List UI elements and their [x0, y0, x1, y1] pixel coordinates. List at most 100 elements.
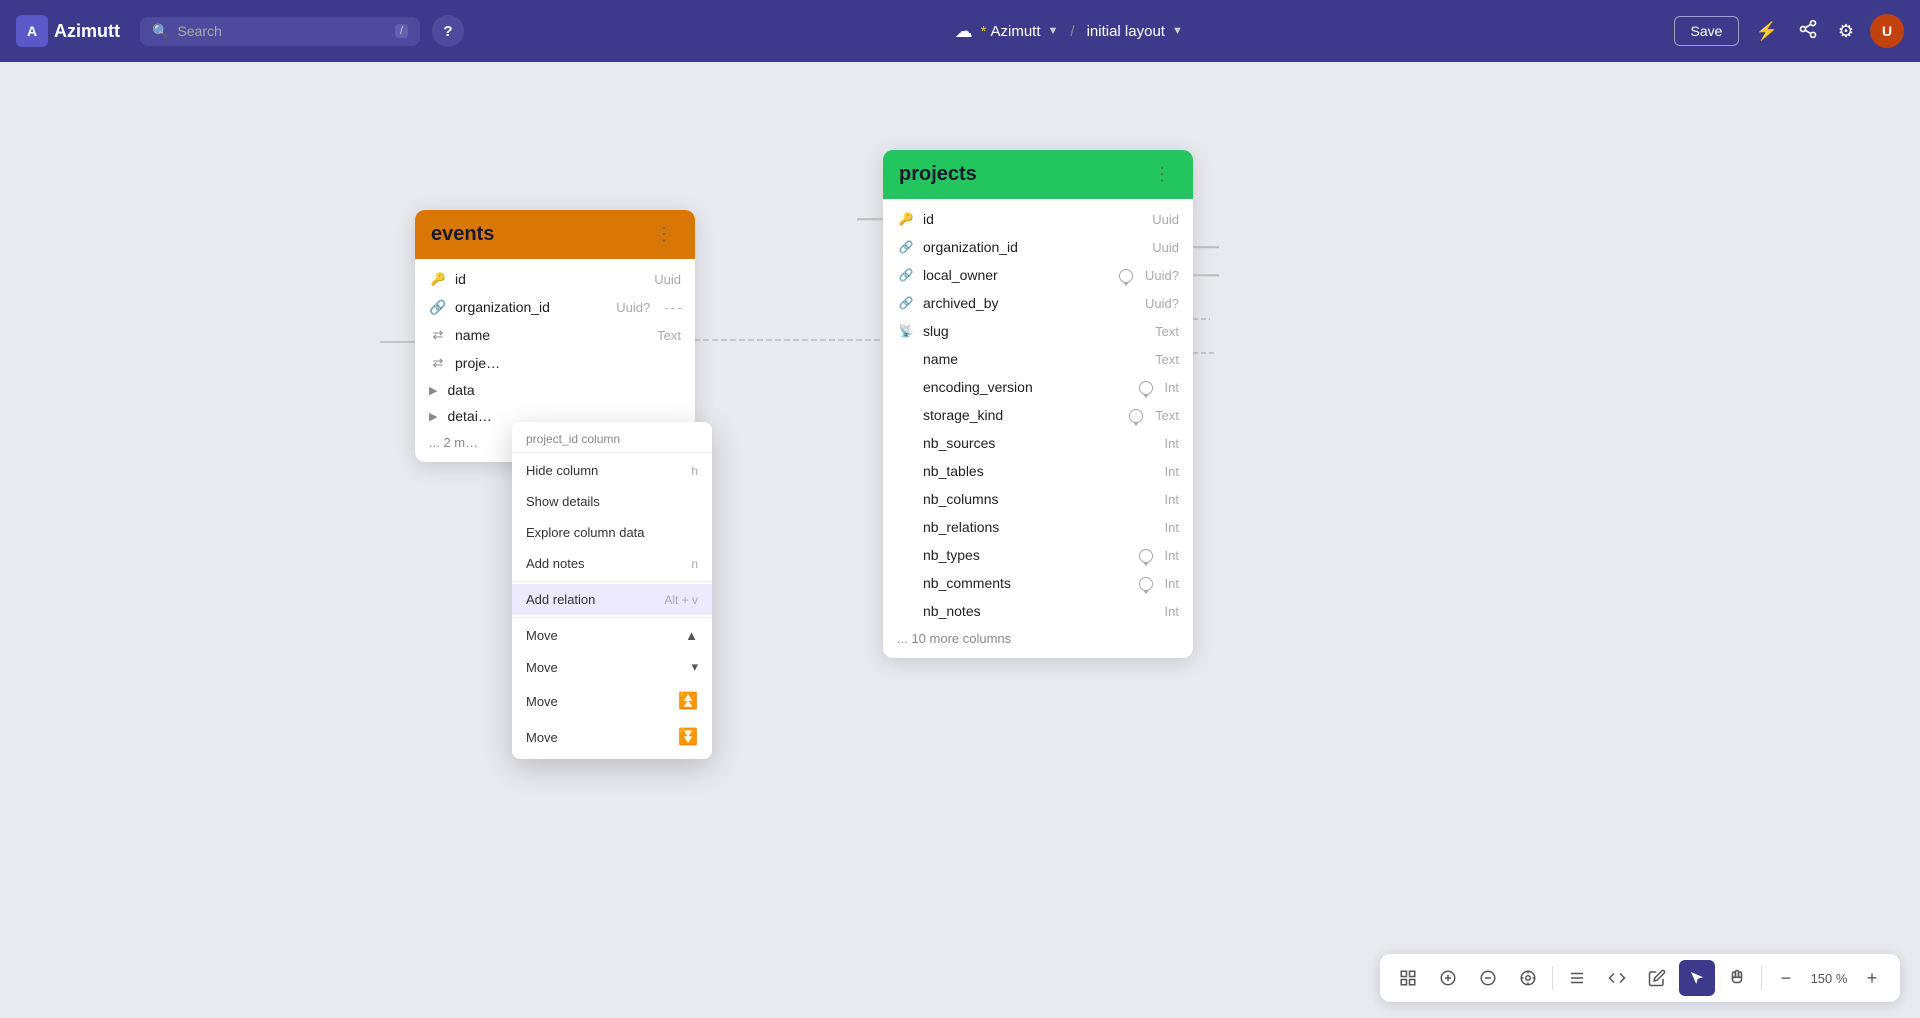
ctx-move-bottom[interactable]: Move ⏬	[512, 719, 712, 755]
table-row[interactable]: nb_columns Int	[883, 485, 1193, 513]
table-row[interactable]: 🔗 organization_id Uuid	[883, 233, 1193, 261]
divider	[512, 452, 712, 453]
layout-selector[interactable]: initial layout ▼	[1087, 23, 1183, 40]
key-icon: 🔑	[897, 210, 915, 228]
sort-icon: ⇄	[429, 326, 447, 344]
diagram-canvas: events ⋮ 🔑 id Uuid 🔗 organization_id Uui…	[0, 62, 1920, 1018]
ctx-add-notes[interactable]: Add notes n	[512, 548, 712, 579]
table-row[interactable]: 🔗 organization_id Uuid? - - -	[415, 293, 695, 321]
table-row[interactable]: nb_sources Int	[883, 429, 1193, 457]
code-view-button[interactable]	[1599, 960, 1635, 996]
right-connector	[1193, 274, 1219, 276]
breadcrumb-separator: /	[1070, 23, 1074, 40]
table-row[interactable]: nb_tables Int	[883, 457, 1193, 485]
sort-icon: ⇄	[429, 354, 447, 372]
comment-icon	[1139, 549, 1153, 563]
cursor-button[interactable]	[1679, 960, 1715, 996]
table-row[interactable]: 🔑 id Uuid	[415, 265, 695, 293]
project-chevron-icon: ▼	[1048, 25, 1059, 37]
fk-icon: 🔗	[897, 238, 915, 256]
events-table-title: events	[431, 223, 494, 246]
context-menu: project_id column Hide column h Show det…	[512, 422, 712, 759]
key-icon: 🔑	[429, 270, 447, 288]
comment-icon	[1119, 269, 1133, 283]
table-row[interactable]: storage_kind Text	[883, 401, 1193, 429]
table-row[interactable]: encoding_version Int	[883, 373, 1193, 401]
separator	[1761, 966, 1762, 990]
table-row[interactable]: ⇄ name Text	[415, 321, 695, 349]
left-connector	[857, 218, 883, 220]
table-row[interactable]: ⇄ proje…	[415, 349, 695, 377]
help-button[interactable]: ?	[432, 15, 464, 47]
layout-chevron-icon: ▼	[1172, 25, 1183, 37]
zoom-level-label: 150 %	[1808, 971, 1850, 986]
table-row[interactable]: 🔗 archived_by Uuid?	[883, 289, 1193, 317]
settings-button[interactable]: ⚙	[1834, 17, 1858, 46]
fk-icon: 🔗	[897, 266, 915, 284]
ctx-add-relation[interactable]: Add relation Alt + v	[512, 584, 712, 615]
events-table-menu-button[interactable]: ⋮	[649, 222, 679, 247]
projects-table-header: projects ⋮	[883, 150, 1193, 199]
search-icon: 🔍	[152, 23, 169, 40]
ctx-move-down[interactable]: Move ▾	[512, 651, 712, 683]
table-row[interactable]: 🔗 local_owner Uuid?	[883, 261, 1193, 289]
nav-right: Save ⚡ ⚙ U	[1674, 14, 1904, 48]
logo[interactable]: A Azimutt	[16, 15, 120, 47]
list-view-button[interactable]	[1559, 960, 1595, 996]
layout-name: initial layout	[1087, 23, 1165, 40]
logo-text: Azimutt	[54, 21, 120, 42]
zoom-in-button[interactable]	[1430, 960, 1466, 996]
zoom-decrease-button[interactable]: −	[1768, 960, 1804, 996]
user-avatar[interactable]: U	[1870, 14, 1904, 48]
search-input[interactable]	[177, 23, 387, 39]
table-row[interactable]: ▶ data	[415, 377, 695, 403]
project-selector[interactable]: * Azimutt ▼	[981, 23, 1059, 40]
center-button[interactable]	[1510, 960, 1546, 996]
nav-center: ☁ * Azimutt ▼ / initial layout ▼	[476, 21, 1662, 42]
right-connector	[1193, 246, 1219, 248]
comment-icon	[1139, 577, 1153, 591]
fk-icon: 🔗	[429, 298, 447, 316]
expand-icon: ▶	[429, 384, 437, 397]
table-row[interactable]: nb_comments Int	[883, 569, 1193, 597]
zoom-out-button[interactable]	[1470, 960, 1506, 996]
projects-table-title: projects	[899, 163, 977, 186]
lightning-button[interactable]: ⚡	[1751, 17, 1781, 46]
divider	[512, 581, 712, 582]
antenna-icon: 📡	[897, 322, 915, 340]
ctx-move-top[interactable]: Move ⏫	[512, 683, 712, 719]
save-button[interactable]: Save	[1674, 16, 1740, 46]
projects-table-body: 🔑 id Uuid 🔗 organization_id Uuid 🔗 local…	[883, 199, 1193, 658]
projects-table: projects ⋮ 🔑 id Uuid 🔗 organization_id U…	[883, 150, 1193, 658]
context-menu-header: project_id column	[512, 426, 712, 450]
fit-view-button[interactable]	[1390, 960, 1426, 996]
table-row[interactable]: nb_notes Int	[883, 597, 1193, 625]
search-bar[interactable]: 🔍 /	[140, 17, 420, 46]
separator	[1552, 966, 1553, 990]
table-row[interactable]: nb_types Int	[883, 541, 1193, 569]
hand-button[interactable]	[1719, 960, 1755, 996]
table-row[interactable]: nb_relations Int	[883, 513, 1193, 541]
ctx-explore-data[interactable]: Explore column data	[512, 517, 712, 548]
edit-button[interactable]	[1639, 960, 1675, 996]
ctx-show-details[interactable]: Show details	[512, 486, 712, 517]
connector-dash: - - -	[664, 299, 681, 315]
projects-table-menu-button[interactable]: ⋮	[1147, 162, 1177, 187]
more-columns-label: ... 10 more columns	[883, 625, 1193, 652]
expand-icon: ▶	[429, 410, 437, 423]
project-name: Azimutt	[991, 23, 1041, 40]
comment-icon	[1139, 381, 1153, 395]
table-row[interactable]: name Text	[883, 345, 1193, 373]
divider	[512, 617, 712, 618]
ctx-move-up[interactable]: Move ▲	[512, 620, 712, 651]
fk-icon: 🔗	[897, 294, 915, 312]
unsaved-indicator: *	[981, 23, 987, 40]
table-row[interactable]: 📡 slug Text	[883, 317, 1193, 345]
table-row[interactable]: 🔑 id Uuid	[883, 205, 1193, 233]
logo-icon: A	[16, 15, 48, 47]
zoom-increase-button[interactable]: +	[1854, 960, 1890, 996]
share-button[interactable]	[1794, 15, 1822, 48]
cloud-icon: ☁	[955, 21, 973, 42]
top-navigation: A Azimutt 🔍 / ? ☁ * Azimutt ▼ / initial …	[0, 0, 1920, 62]
ctx-hide-column[interactable]: Hide column h	[512, 455, 712, 486]
